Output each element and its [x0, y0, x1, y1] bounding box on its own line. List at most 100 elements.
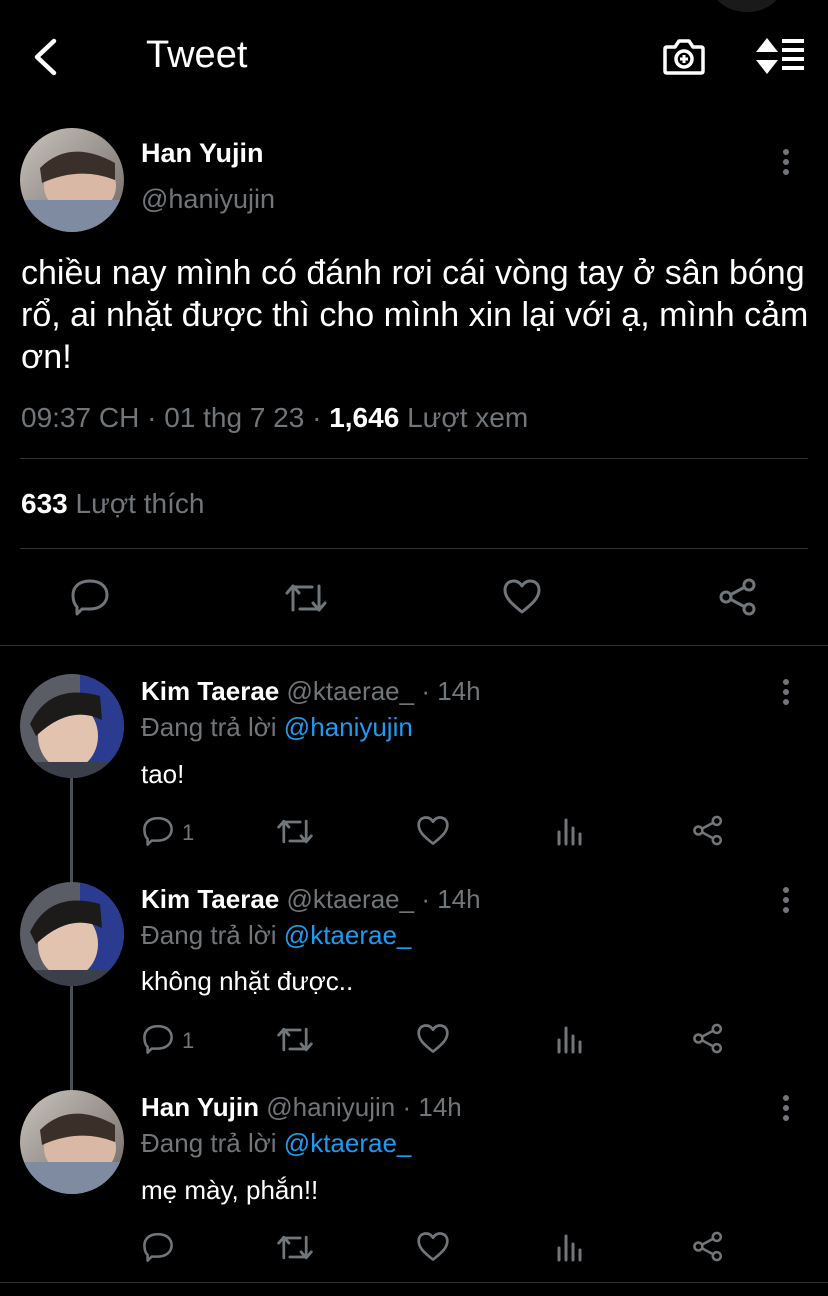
retweet-icon	[277, 819, 313, 844]
replying-to-line: Đang trả lời @ktaerae_	[141, 920, 411, 951]
analytics-button[interactable]	[556, 816, 584, 846]
replying-to-line: Đang trả lời @ktaerae_	[141, 1128, 411, 1159]
replying-to-link[interactable]: @haniyujin	[284, 712, 413, 742]
like-icon	[503, 579, 541, 614]
reply-author-handle[interactable]: @haniyujin	[266, 1092, 395, 1122]
reply-author-handle[interactable]: @ktaerae_	[287, 676, 415, 706]
divider	[20, 548, 808, 549]
reply-count: 1	[182, 820, 195, 845]
likes-count: 633	[21, 488, 68, 519]
share-icon	[693, 815, 723, 846]
retweet-button[interactable]	[276, 1232, 314, 1263]
tweet-text: chiều nay mình có đánh rơi cái vòng tay …	[21, 254, 809, 376]
reply-time: 14h	[437, 676, 481, 706]
avatar-photo	[20, 882, 124, 986]
share-button[interactable]	[718, 578, 758, 616]
tweet-meta: 09:37 CH · 01 thg 7 23 · 1,646 Lượt xem	[21, 402, 529, 433]
reply-count: 1	[182, 1028, 195, 1053]
like-button[interactable]	[502, 578, 542, 616]
reply-more-button[interactable]	[778, 1093, 794, 1123]
views-label: Lượt xem	[407, 402, 529, 433]
like-icon	[417, 1232, 449, 1261]
tweet-time: 09:37 CH	[21, 402, 140, 433]
replying-to-link[interactable]: @ktaerae_	[284, 920, 412, 950]
replying-to-link[interactable]: @ktaerae_	[284, 1128, 412, 1158]
reply-header: Kim Taerae @ktaerae_ · 14h	[141, 884, 481, 914]
reply-icon	[143, 1232, 173, 1262]
reply-icon	[143, 1024, 173, 1054]
share-icon	[719, 578, 756, 616]
analytics-button[interactable]	[556, 1024, 584, 1054]
like-button[interactable]	[416, 815, 450, 847]
divider	[20, 458, 808, 459]
analytics-icon	[557, 1234, 582, 1262]
back-button[interactable]	[30, 38, 60, 76]
reply-icon	[143, 816, 173, 846]
replying-to-line: Đang trả lời @haniyujin	[141, 712, 413, 743]
retweet-button[interactable]	[276, 1024, 314, 1055]
likes-label: Lượt thích	[75, 488, 205, 519]
avatar-photo	[20, 1090, 124, 1194]
retweet-button[interactable]	[284, 580, 328, 616]
more-icon	[783, 149, 789, 175]
share-icon	[693, 1231, 723, 1262]
reply-more-button[interactable]	[778, 885, 794, 915]
reply-author-name[interactable]: Kim Taerae	[141, 676, 279, 706]
retweet-icon	[277, 1027, 313, 1052]
reply-button[interactable]	[142, 1231, 174, 1263]
reply-author-name[interactable]: Han Yujin	[141, 1092, 259, 1122]
like-button[interactable]	[416, 1231, 450, 1263]
reply-time: 14h	[437, 884, 481, 914]
reply-time: 14h	[418, 1092, 462, 1122]
divider	[0, 1282, 828, 1283]
reply-text: tao!	[141, 759, 185, 789]
avatar[interactable]	[20, 128, 124, 232]
like-icon	[417, 1024, 449, 1053]
more-icon	[783, 679, 789, 705]
replying-label: Đang trả lời	[141, 712, 277, 742]
reply-text: mẹ mày, phắn!!	[141, 1175, 319, 1205]
author-name[interactable]: Han Yujin	[141, 138, 264, 169]
avatar-photo	[20, 128, 124, 232]
likes-stat[interactable]: 633 Lượt thích	[21, 488, 204, 520]
retweet-icon	[277, 1235, 313, 1260]
top-overlay	[712, 0, 782, 12]
avatar[interactable]	[20, 882, 124, 986]
more-icon	[783, 887, 789, 913]
reply-text: không nhặt được..	[141, 966, 354, 996]
thread-line	[70, 986, 73, 1090]
reply-more-button[interactable]	[778, 677, 794, 707]
reply-header: Kim Taerae @ktaerae_ · 14h	[141, 676, 481, 706]
retweet-button[interactable]	[276, 816, 314, 847]
reply-button[interactable]	[70, 578, 110, 616]
reply-author-name[interactable]: Kim Taerae	[141, 884, 279, 914]
like-icon	[417, 816, 449, 845]
share-button[interactable]	[692, 1023, 724, 1054]
views-count: 1,646	[329, 402, 400, 433]
camera-button[interactable]	[662, 37, 706, 77]
author-handle[interactable]: @haniyujin	[141, 184, 275, 215]
reply-header: Han Yujin @haniyujin · 14h	[141, 1092, 462, 1122]
reply-button[interactable]	[142, 1023, 174, 1055]
camera-icon	[663, 39, 705, 75]
analytics-icon	[557, 1026, 582, 1054]
replying-label: Đang trả lời	[141, 920, 277, 950]
sort-button[interactable]	[754, 36, 806, 76]
analytics-button[interactable]	[556, 1232, 584, 1262]
tweet-more-button[interactable]	[778, 147, 794, 177]
like-button[interactable]	[416, 1023, 450, 1055]
share-button[interactable]	[692, 815, 724, 846]
tweet-date: 01 thg 7 23	[164, 402, 305, 433]
back-icon	[34, 38, 57, 76]
avatar[interactable]	[20, 1090, 124, 1194]
divider	[0, 645, 828, 646]
avatar[interactable]	[20, 674, 124, 778]
more-icon	[783, 1095, 789, 1121]
sort-icon	[756, 38, 804, 74]
reply-author-handle[interactable]: @ktaerae_	[287, 884, 415, 914]
avatar-photo	[20, 674, 124, 778]
reply-button[interactable]	[142, 815, 174, 847]
retweet-icon	[285, 584, 327, 612]
share-icon	[693, 1023, 723, 1054]
share-button[interactable]	[692, 1231, 724, 1262]
